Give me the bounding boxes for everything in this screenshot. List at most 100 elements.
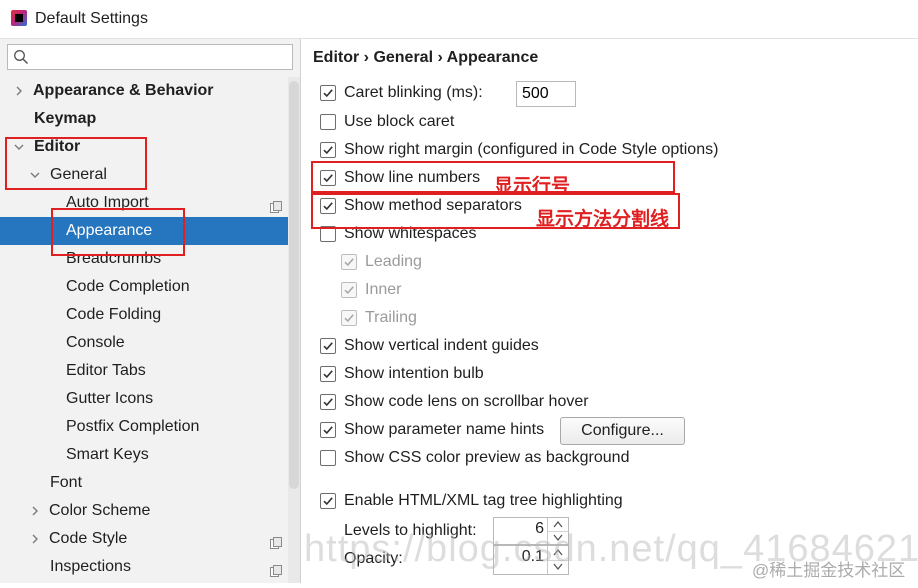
levels-spinner-arrows bbox=[547, 518, 568, 544]
settings-content: Editor › General › Appearance Caret blin… bbox=[301, 39, 918, 583]
checkbox-checked bbox=[341, 282, 357, 298]
title-bar: Default Settings bbox=[0, 0, 918, 39]
option-label: Show intention bulb bbox=[344, 365, 484, 382]
opacity-spinner-arrows bbox=[547, 546, 568, 574]
sidebar-item-label: Breadcrumbs bbox=[66, 250, 162, 267]
checkbox-checked[interactable] bbox=[320, 338, 336, 354]
sidebar-item-inspections[interactable]: Inspections bbox=[0, 553, 288, 581]
sidebar-item-label: Code Completion bbox=[66, 278, 190, 295]
sidebar-item-label: Code Style bbox=[49, 530, 128, 547]
sidebar-item-label: Appearance bbox=[66, 222, 153, 239]
levels-value: 6 bbox=[535, 520, 544, 537]
opacity-label: Opacity: bbox=[344, 547, 403, 571]
option-label: Show CSS color preview as background bbox=[344, 449, 630, 466]
sidebar-item-appearance-behavior[interactable]: Appearance & Behavior bbox=[0, 77, 288, 105]
copy-settings-icon bbox=[270, 532, 283, 549]
sidebar-item-editor[interactable]: Editor bbox=[0, 133, 288, 161]
sidebar-scrollbar-thumb[interactable] bbox=[289, 81, 299, 489]
app-icon bbox=[11, 10, 27, 26]
sidebar-item-auto-import[interactable]: Auto Import bbox=[0, 189, 288, 217]
levels-spinner[interactable]: 6 bbox=[493, 517, 569, 545]
sidebar-item-keymap[interactable]: Keymap bbox=[0, 105, 288, 133]
sidebar-item-label: Editor Tabs bbox=[66, 362, 146, 379]
sidebar-item-label: Font bbox=[50, 474, 83, 491]
sidebar-item-code-style[interactable]: Code Style bbox=[0, 525, 288, 553]
search-input[interactable] bbox=[7, 44, 293, 70]
opacity-up-arrow[interactable] bbox=[548, 546, 568, 561]
settings-sidebar: Appearance & Behavior Keymap Editor General… bbox=[0, 39, 301, 583]
sidebar-item-label: General bbox=[50, 166, 107, 183]
option-label: Trailing bbox=[365, 309, 417, 326]
checkbox-checked[interactable] bbox=[320, 198, 336, 214]
checkbox-checked bbox=[341, 254, 357, 270]
checkbox-unchecked[interactable] bbox=[320, 114, 336, 130]
sidebar-item-label: Console bbox=[66, 334, 125, 351]
option-label: Leading bbox=[365, 253, 422, 270]
option-label: Show vertical indent guides bbox=[344, 337, 539, 354]
sidebar-item-label: Code Folding bbox=[66, 306, 162, 323]
option-label: Show line numbers bbox=[344, 169, 481, 186]
checkbox-checked[interactable] bbox=[320, 422, 336, 438]
option-label: Enable HTML/XML tag tree highlighting bbox=[344, 492, 623, 509]
sidebar-item-console[interactable]: Console bbox=[0, 329, 288, 357]
option-label: Inner bbox=[365, 281, 402, 298]
opacity-value: 0.1 bbox=[521, 548, 544, 565]
sidebar-item-font[interactable]: Font bbox=[0, 469, 288, 497]
copy-settings-icon bbox=[270, 196, 283, 213]
chevron-down-icon[interactable] bbox=[28, 168, 42, 182]
opacity-down-arrow[interactable] bbox=[548, 560, 568, 574]
levels-up-arrow[interactable] bbox=[548, 518, 568, 532]
checkbox-unchecked[interactable] bbox=[320, 450, 336, 466]
watermark-site: @稀土掘金技术社区 bbox=[752, 561, 906, 580]
sidebar-item-label: Gutter Icons bbox=[66, 390, 154, 407]
checkbox-checked[interactable] bbox=[320, 170, 336, 186]
sidebar-item-gutter-icons[interactable]: Gutter Icons bbox=[0, 385, 288, 413]
levels-label-text: Levels to highlight: bbox=[344, 522, 477, 539]
option-label: Show whitespaces bbox=[344, 225, 477, 242]
sidebar-item-postfix-completion[interactable]: Postfix Completion bbox=[0, 413, 288, 441]
chevron-down-icon[interactable] bbox=[12, 140, 26, 154]
sidebar-item-label: Postfix Completion bbox=[66, 418, 200, 435]
configure-hints-button[interactable]: Configure... bbox=[560, 417, 685, 445]
checkbox-unchecked[interactable] bbox=[320, 226, 336, 242]
chevron-right-icon[interactable] bbox=[28, 532, 42, 546]
option-label: Caret blinking (ms): bbox=[344, 84, 483, 101]
sidebar-item-label: Keymap bbox=[34, 110, 97, 127]
chevron-right-icon[interactable] bbox=[12, 84, 26, 98]
levels-down-arrow[interactable] bbox=[548, 531, 568, 544]
sidebar-item-appearance[interactable]: Appearance bbox=[0, 217, 288, 245]
checkbox-checked[interactable] bbox=[320, 85, 336, 101]
sidebar-item-label: Smart Keys bbox=[66, 446, 149, 463]
sidebar-item-smart-keys[interactable]: Smart Keys bbox=[0, 441, 288, 469]
option-label: Show parameter name hints bbox=[344, 421, 545, 438]
sidebar-item-label: Appearance & Behavior bbox=[33, 82, 214, 99]
sidebar-item-breadcrumbs[interactable]: Breadcrumbs bbox=[0, 245, 288, 273]
levels-label: Levels to highlight: bbox=[344, 519, 477, 543]
option-label: Use block caret bbox=[344, 113, 455, 130]
method-separators-annotation: 显示方法分割线 bbox=[536, 209, 670, 230]
breadcrumb: Editor › General › Appearance bbox=[313, 49, 539, 66]
opacity-spinner[interactable]: 0.1 bbox=[493, 545, 569, 575]
copy-settings-icon bbox=[270, 560, 283, 577]
sidebar-item-editor-tabs[interactable]: Editor Tabs bbox=[0, 357, 288, 385]
checkbox-checked[interactable] bbox=[320, 493, 336, 509]
sidebar-item-label: Color Scheme bbox=[49, 502, 151, 519]
checkbox-checked bbox=[341, 310, 357, 326]
search-icon bbox=[14, 50, 29, 65]
sidebar-item-code-folding[interactable]: Code Folding bbox=[0, 301, 288, 329]
chevron-right-icon[interactable] bbox=[28, 504, 42, 518]
caret-blink-rate-input[interactable] bbox=[516, 81, 576, 107]
sidebar-item-label: Auto Import bbox=[66, 194, 149, 211]
sidebar-item-color-scheme[interactable]: Color Scheme bbox=[0, 497, 288, 525]
sidebar-item-general[interactable]: General bbox=[0, 161, 288, 189]
checkbox-checked[interactable] bbox=[320, 142, 336, 158]
checkbox-checked[interactable] bbox=[320, 366, 336, 382]
checkbox-checked[interactable] bbox=[320, 394, 336, 410]
sidebar-item-label: Editor bbox=[34, 138, 81, 155]
sidebar-item-code-completion[interactable]: Code Completion bbox=[0, 273, 288, 301]
opacity-label-text: Opacity: bbox=[344, 550, 403, 567]
window-title: Default Settings bbox=[35, 10, 148, 27]
sidebar-item-label: Inspections bbox=[50, 558, 131, 575]
line-numbers-annotation: 显示行号 bbox=[494, 176, 571, 197]
option-label: Show right margin (configured in Code St… bbox=[344, 141, 719, 158]
